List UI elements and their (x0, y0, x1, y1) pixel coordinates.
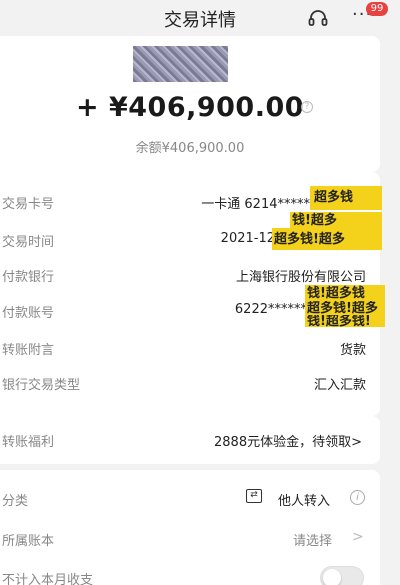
redaction-sticker: 超多钱!超多 (305, 301, 385, 315)
redaction-sticker: 钱!超多 (290, 212, 382, 228)
category-label: 分类 (2, 494, 29, 509)
transaction-amount: + ¥406,900.00 (75, 92, 305, 123)
toggle-knob (323, 569, 341, 585)
chevron-right-icon: > (352, 529, 364, 545)
redacted-payee-name (133, 46, 228, 82)
payer-account-label: 付款账号 (2, 306, 55, 321)
payer-bank-value: 上海银行股份有限公司 (235, 270, 366, 285)
headset-icon[interactable] (307, 7, 329, 29)
category-value[interactable]: 他人转入 (278, 490, 330, 509)
account-balance: 余额¥406,900.00 (135, 141, 245, 156)
card-number-value: 一卡通 6214***** (201, 197, 310, 212)
info-icon[interactable]: i (350, 490, 365, 505)
card-number-label: 交易卡号 (2, 197, 55, 212)
payer-account-value: 6222****** (234, 302, 307, 317)
welfare-label: 转账福利 (2, 435, 55, 450)
exclude-monthly-label: 不计入本月收支 (2, 573, 94, 585)
transfer-icon: ⇄ (246, 489, 262, 503)
ledger-label: 所属账本 (2, 534, 55, 549)
bank-transaction-type-label: 银行交易类型 (2, 378, 81, 393)
top-bar: 交易详情 ··· 99 (0, 0, 400, 36)
help-icon[interactable]: ? (301, 101, 313, 113)
ledger-select[interactable]: 请选择 (293, 530, 332, 549)
transaction-time-value: 2021-12 (220, 231, 275, 246)
settings-card (0, 470, 380, 585)
transfer-note-value: 货款 (339, 343, 366, 358)
exclude-monthly-toggle[interactable] (320, 566, 364, 585)
redaction-sticker: 超多钱 (310, 186, 382, 210)
transfer-note-label: 转账附言 (2, 343, 55, 358)
redaction-sticker: 钱!超多钱 (305, 285, 385, 301)
bank-transaction-type-value: 汇入汇款 (313, 378, 366, 393)
welfare-offer-link[interactable]: 2888元体验金，待领取> (214, 431, 362, 450)
page-title: 交易详情 (164, 10, 236, 31)
redaction-sticker: 超多钱!超多 (272, 228, 382, 250)
transaction-time-label: 交易时间 (2, 235, 55, 250)
notification-badge: 99 (366, 2, 388, 16)
redaction-sticker: 钱!超多钱! (305, 315, 385, 327)
payer-bank-label: 付款银行 (2, 270, 55, 285)
